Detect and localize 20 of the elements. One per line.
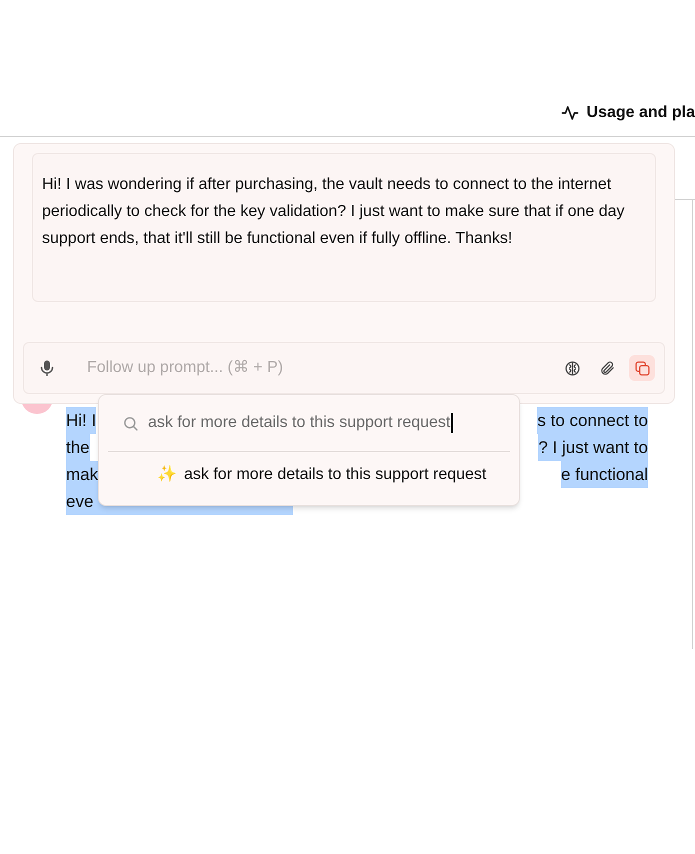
selected-text: Hi! I <box>66 407 96 434</box>
command-search-text: ask for more details to this support request <box>148 413 454 433</box>
header-title[interactable]: Usage and pla <box>586 101 695 125</box>
selected-text: ? I just want to <box>538 434 648 461</box>
selected-text: s to connect to <box>537 407 648 434</box>
selected-text: the <box>66 434 90 461</box>
activity-icon <box>560 104 579 122</box>
copy-button[interactable] <box>629 355 655 381</box>
follow-up-bar[interactable]: Follow up prompt... (⌘ + P) <box>23 342 665 394</box>
follow-up-input[interactable]: Follow up prompt... (⌘ + P) <box>87 356 559 380</box>
selected-text: e functional <box>561 461 648 488</box>
microphone-icon[interactable] <box>40 360 54 376</box>
paperclip-icon <box>598 360 616 376</box>
sparkles-icon: ✨ <box>157 463 177 487</box>
copy-icon <box>634 360 650 376</box>
selected-text: mak <box>66 461 98 488</box>
command-search-field[interactable]: ask for more details to this support request <box>108 395 510 452</box>
brain-icon <box>564 360 580 376</box>
search-icon <box>122 414 139 432</box>
message-text: Hi! I was wondering if after purchasing, the vault needs to connect to the internet periodically to check for the key validation? I just want to make sure that if one day support ends, that it'll still be functional even if fully offline. Thanks! <box>42 175 626 249</box>
